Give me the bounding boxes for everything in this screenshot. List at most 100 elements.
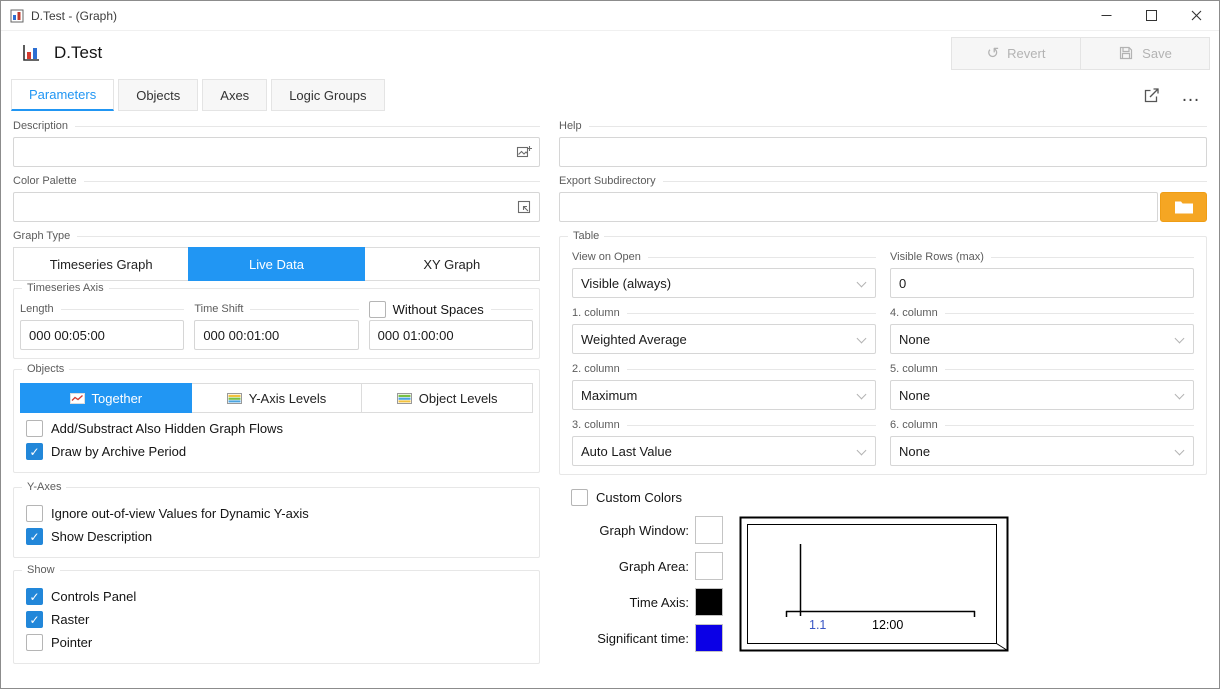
swatch-graph-area[interactable] (695, 552, 723, 580)
chevron-down-icon (1175, 390, 1185, 400)
export-icon[interactable] (1142, 86, 1161, 105)
select-column-4[interactable]: None (890, 324, 1194, 354)
segment-xy-graph[interactable]: XY Graph (364, 247, 540, 281)
browse-folder-button[interactable] (1160, 192, 1207, 222)
left-column: Description Color Palette (13, 119, 540, 688)
y-axis-levels-icon (227, 393, 242, 404)
significant-time-color-row: Significant time: (571, 624, 723, 652)
graph-window-label: Graph Window: (599, 523, 689, 538)
swatch-graph-window[interactable] (695, 516, 723, 544)
add-substract-label: Add/Substract Also Hidden Graph Flows (51, 421, 283, 436)
graph-preview: 1.1 12:00 (739, 516, 1009, 660)
time-axis-color-row: Time Axis: (571, 588, 723, 616)
segment-timeseries-graph[interactable]: Timeseries Graph (13, 247, 189, 281)
checkbox-show-description[interactable] (26, 528, 43, 545)
column-4-field: 4. column None (890, 306, 1194, 354)
chevron-down-icon (857, 334, 867, 344)
checkbox-row-pointer[interactable]: Pointer (26, 632, 527, 653)
save-label: Save (1142, 46, 1172, 61)
chevron-down-icon (857, 278, 867, 288)
select-view-on-open[interactable]: Visible (always) (572, 268, 876, 298)
objects-group-label: Objects (22, 363, 69, 376)
revert-label: Revert (1007, 46, 1045, 61)
time-shift-input[interactable] (194, 320, 358, 350)
time-shift-field: Time Shift (194, 302, 358, 350)
select-column-6[interactable]: None (890, 436, 1194, 466)
more-button[interactable]: … (1181, 91, 1201, 101)
visible-rows-input[interactable] (890, 268, 1194, 298)
select-column-5[interactable]: None (890, 380, 1194, 410)
checkbox-controls-panel[interactable] (26, 588, 43, 605)
close-button[interactable] (1174, 1, 1219, 30)
checkbox-row-draw-by-archive[interactable]: Draw by Archive Period (26, 441, 527, 462)
without-spaces-input[interactable] (369, 320, 533, 350)
length-input[interactable] (20, 320, 184, 350)
checkbox-row-custom-colors[interactable]: Custom Colors (571, 489, 1207, 506)
color-palette-label: Color Palette (13, 174, 540, 188)
color-palette-field: Color Palette (13, 174, 540, 222)
graph-window-color-row: Graph Window: (571, 516, 723, 544)
export-subdirectory-label: Export Subdirectory (559, 174, 1207, 188)
select-column-1[interactable]: Weighted Average (572, 324, 876, 354)
checkbox-draw-by-archive-period[interactable] (26, 443, 43, 460)
select-column-2[interactable]: Maximum (572, 380, 876, 410)
close-icon (1191, 10, 1202, 21)
checkbox-row-add-substract[interactable]: Add/Substract Also Hidden Graph Flows (26, 418, 527, 439)
y-axes-group: Y-Axes Ignore out-of-view Values for Dyn… (13, 487, 540, 558)
folder-icon (1174, 200, 1194, 215)
segment-object-levels[interactable]: Object Levels (361, 383, 533, 413)
description-input[interactable] (13, 137, 540, 167)
time-shift-label: Time Shift (194, 302, 358, 316)
controls-panel-label: Controls Panel (51, 589, 136, 604)
checkbox-add-substract-hidden-flows[interactable] (26, 420, 43, 437)
pick-palette-button[interactable] (512, 195, 536, 219)
checkbox-row-raster[interactable]: Raster (26, 609, 527, 630)
column-5-field: 5. column None (890, 362, 1194, 410)
timeseries-axis-group: Timeseries Axis Length Time Shift Withou… (13, 288, 540, 359)
export-subdirectory-input[interactable] (559, 192, 1158, 222)
column-6-value: None (899, 444, 930, 459)
checkbox-ignore-out-of-view[interactable] (26, 505, 43, 522)
save-button[interactable]: Save (1080, 37, 1210, 70)
tab-logic-groups[interactable]: Logic Groups (271, 79, 384, 111)
minimize-button[interactable] (1084, 1, 1129, 30)
column-4-value: None (899, 332, 930, 347)
segment-y-axis-levels[interactable]: Y-Axis Levels (191, 383, 363, 413)
graph-type-field: Graph Type Timeseries Graph Live Data XY… (13, 229, 540, 281)
select-column-3[interactable]: Auto Last Value (572, 436, 876, 466)
checkbox-row-controls-panel[interactable]: Controls Panel (26, 586, 527, 607)
color-rows: Graph Window: Graph Area: Time Axis: (571, 516, 723, 660)
help-input[interactable] (559, 137, 1207, 167)
titlebar: D.Test - (Graph) (1, 1, 1219, 31)
export-subdirectory-field: Export Subdirectory (559, 174, 1207, 222)
tab-parameters[interactable]: Parameters (11, 79, 114, 111)
segment-together-label: Together (92, 391, 143, 406)
objects-segmented: Together Y-Axis Levels (20, 383, 533, 413)
time-axis-label: Time Axis: (630, 595, 689, 610)
checkbox-row-show-description[interactable]: Show Description (26, 526, 527, 547)
checkbox-pointer[interactable] (26, 634, 43, 651)
revert-icon: ↺ (987, 46, 1000, 61)
swatch-significant-time[interactable] (695, 624, 723, 652)
checkbox-without-spaces[interactable] (369, 301, 386, 318)
maximize-button[interactable] (1129, 1, 1174, 30)
revert-button[interactable]: ↺ Revert (951, 37, 1081, 70)
segment-together[interactable]: Together (20, 383, 192, 413)
tab-objects[interactable]: Objects (118, 79, 198, 111)
column-3-value: Auto Last Value (581, 444, 672, 459)
tab-axes[interactable]: Axes (202, 79, 267, 111)
checkbox-row-ignore-out-of-view[interactable]: Ignore out-of-view Values for Dynamic Y-… (26, 503, 527, 524)
checkbox-custom-colors[interactable] (571, 489, 588, 506)
pointer-label: Pointer (51, 635, 92, 650)
add-image-button[interactable] (512, 140, 536, 164)
color-palette-input[interactable] (13, 192, 540, 222)
checkbox-raster[interactable] (26, 611, 43, 628)
column-6-field: 6. column None (890, 418, 1194, 466)
draw-by-archive-label: Draw by Archive Period (51, 444, 186, 459)
segment-live-data[interactable]: Live Data (188, 247, 364, 281)
column-2-label: 2. column (572, 362, 876, 376)
minimize-icon (1101, 10, 1112, 21)
swatch-time-axis[interactable] (695, 588, 723, 616)
graph-area-color-row: Graph Area: (571, 552, 723, 580)
column-5-label: 5. column (890, 362, 1194, 376)
